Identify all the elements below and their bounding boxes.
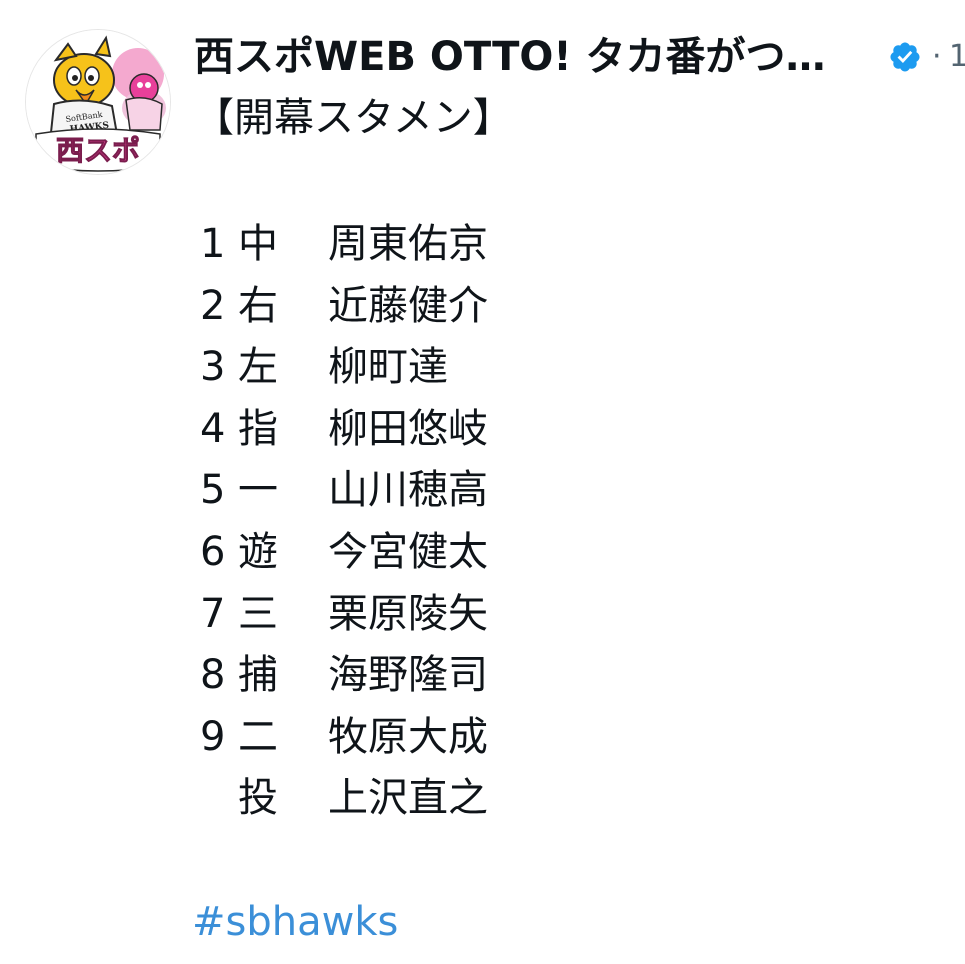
player-name: 上沢直之 <box>328 775 488 822</box>
tweet-header: 西スポWEB OTTO! タカ番がつ… · 1 <box>194 28 965 86</box>
lineup-row: 9 二 牧原大成 <box>200 707 620 769</box>
batting-order: 4 <box>200 405 226 452</box>
field-position: 右 <box>238 282 278 329</box>
player-name: 海野隆司 <box>328 652 488 699</box>
tweet-title: 【開幕スタメン】 <box>194 95 513 141</box>
player-name: 周東佑京 <box>328 221 488 267</box>
header-separator: · <box>932 39 942 74</box>
lineup-row: 8 捕 海野隆司 <box>200 645 620 707</box>
player-name: 柳田悠岐 <box>328 405 488 452</box>
batting-order: 2 <box>200 282 226 329</box>
player-name: 山川穂高 <box>328 467 488 514</box>
batting-order: 1 <box>200 221 226 267</box>
lineup-row: 5 一 山川穂高 <box>200 460 620 522</box>
lineup-row: 7 三 栗原陵矢 <box>200 584 620 646</box>
batting-order: 6 <box>200 528 226 575</box>
field-position: 遊 <box>238 528 278 575</box>
player-name: 近藤健介 <box>328 282 488 329</box>
batting-order: 8 <box>200 652 226 699</box>
batting-order: 3 <box>200 344 226 391</box>
batting-order: 9 <box>200 713 226 760</box>
player-name: 牧原大成 <box>328 713 488 760</box>
hashtag-link[interactable]: #sbhawks <box>192 896 398 948</box>
verified-badge-icon <box>890 42 920 72</box>
player-name: 柳町達 <box>328 344 448 391</box>
lineup-list: 1 中 周東佑京 2 右 近藤健介 3 左 柳町達 4 指 柳田悠岐 5 一 山… <box>200 214 620 830</box>
truncated-timestamp[interactable]: 1 <box>949 28 965 86</box>
svg-text:西スポ: 西スポ <box>56 134 140 167</box>
field-position: 二 <box>238 713 278 760</box>
field-position: 捕 <box>238 652 278 699</box>
lineup-row: 投 上沢直之 <box>200 768 620 830</box>
field-position: 三 <box>238 590 278 637</box>
author-display-name[interactable]: 西スポWEB OTTO! タカ番がつ… <box>194 28 826 86</box>
avatar-illustration: SoftBank HAWKS 西スポ <box>26 30 170 174</box>
field-position: 投 <box>238 775 278 822</box>
lineup-row: 4 指 柳田悠岐 <box>200 399 620 461</box>
lineup-row: 3 左 柳町達 <box>200 337 620 399</box>
player-name: 今宮健太 <box>328 528 488 575</box>
field-position: 指 <box>238 405 278 452</box>
batting-order: 7 <box>200 590 226 637</box>
lineup-row: 1 中 周東佑京 <box>200 214 620 276</box>
lineup-row: 6 遊 今宮健太 <box>200 522 620 584</box>
field-position: 中 <box>238 221 278 267</box>
avatar[interactable]: SoftBank HAWKS 西スポ <box>26 30 170 174</box>
batting-order: 5 <box>200 467 226 514</box>
field-position: 一 <box>238 467 278 514</box>
field-position: 左 <box>238 344 278 391</box>
player-name: 栗原陵矢 <box>328 590 488 637</box>
lineup-row: 2 右 近藤健介 <box>200 276 620 338</box>
